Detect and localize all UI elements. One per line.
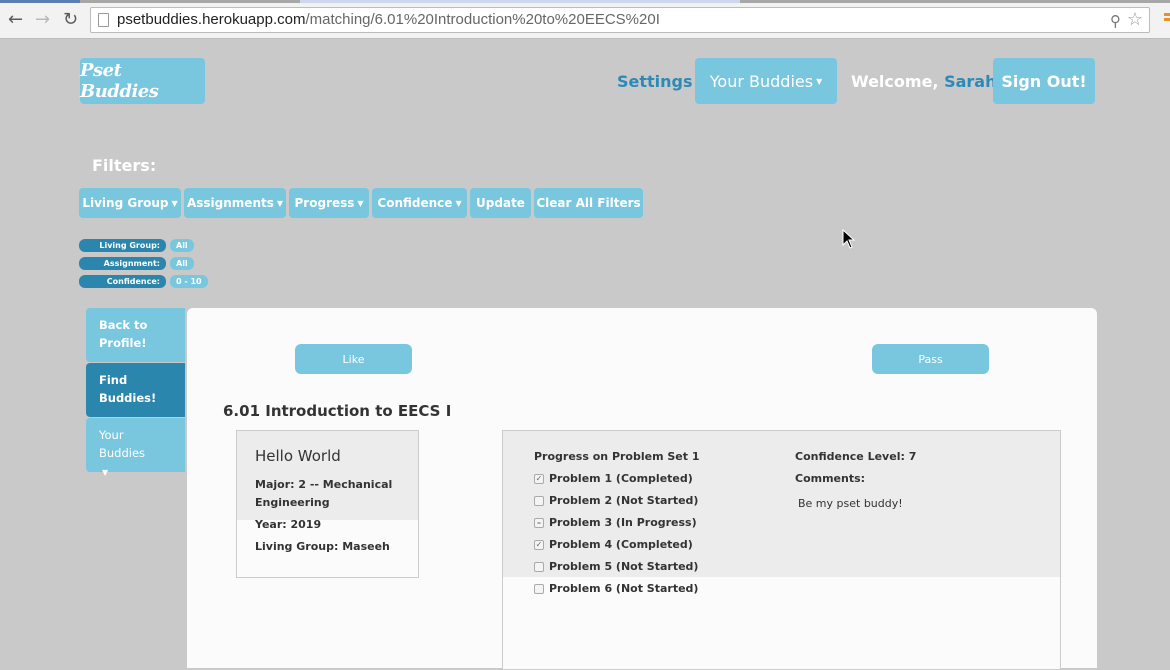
caret-down-icon: ▼ (276, 198, 284, 208)
filter-chip-value: 0 - 10 (170, 275, 208, 288)
reload-icon[interactable]: ↻ (63, 10, 78, 30)
profile-name: Hello World (255, 447, 341, 465)
caret-down-icon: ▼ (455, 198, 462, 208)
problem-item: Problem 2 (Not Started) (534, 494, 698, 507)
filter-chip-value: All (170, 239, 194, 252)
assignments-filter-button[interactable]: Assignments ▼ (184, 188, 286, 218)
profile-living-group: Living Group: Maseeh (255, 540, 390, 553)
filter-chip-label: Living Group: (79, 239, 166, 252)
progress-card: Progress on Problem Set 1 ✓ Problem 1 (Co… (502, 430, 1061, 670)
checkbox[interactable] (534, 561, 544, 572)
settings-link[interactable]: Settings (617, 72, 693, 91)
problem-item: Problem 6 (Not Started) (534, 582, 698, 595)
checkbox[interactable]: – (534, 517, 544, 528)
clear-all-filters-button[interactable]: Clear All Filters (534, 188, 643, 218)
confidence-filter-button[interactable]: Confidence ▼ (372, 188, 467, 218)
browser-menu-icon[interactable] (1164, 13, 1170, 27)
active-filter-confidence: Confidence: 0 - 10 (79, 275, 208, 288)
filter-toolbar: Living Group ▼ Assignments ▼ Progress ▼ Con… (79, 188, 643, 218)
browser-toolbar: ← → ↻ psetbuddies.herokuapp.com/matching… (0, 0, 1170, 39)
comments-label: Comments: (795, 472, 866, 485)
sidebar-item-your-buddies[interactable]: Your Buddies ▼ (86, 418, 185, 477)
search-icon[interactable]: ⚲ (1110, 12, 1121, 30)
user-name[interactable]: Sarah (944, 72, 996, 91)
filter-chip-label: Assignment: (79, 257, 166, 270)
caret-down-icon: ▼ (171, 198, 178, 208)
caret-down-icon: ▼ (357, 198, 364, 208)
checkbox[interactable]: ✓ (534, 539, 544, 550)
filter-chip-value: All (170, 257, 194, 270)
class-title: 6.01 Introduction to EECS I (223, 402, 452, 420)
active-filter-living-group: Living Group: All (79, 239, 194, 252)
update-button[interactable]: Update (470, 188, 531, 218)
checkbox[interactable] (534, 495, 544, 506)
problem-item: – Problem 3 (In Progress) (534, 516, 697, 529)
comment-text: Be my pset buddy! (798, 497, 903, 510)
sign-out-button[interactable]: Sign Out! (993, 58, 1095, 104)
profile-card: Hello World Major: 2 -- Mechanical Engin… (236, 430, 419, 578)
address-bar[interactable]: psetbuddies.herokuapp.com/matching/6.01%… (90, 7, 1150, 33)
back-arrow-icon[interactable]: ← (8, 10, 23, 30)
profile-year: Year: 2019 (255, 518, 322, 531)
welcome-message: Welcome, Sarah! (851, 72, 1004, 91)
your-buddies-label: Your Buddies (709, 71, 814, 91)
sidebar-item-find-buddies[interactable]: Find Buddies! (86, 363, 185, 417)
caret-down-icon: ▼ (102, 468, 109, 477)
mouse-cursor-icon (842, 229, 856, 249)
checkbox[interactable] (534, 583, 544, 594)
site-logo[interactable]: Pset Buddies (80, 58, 205, 104)
progress-filter-button[interactable]: Progress ▼ (289, 188, 369, 218)
problem-item: Problem 5 (Not Started) (534, 560, 698, 573)
active-filter-assignment: Assignment: All (79, 257, 194, 270)
checkbox[interactable]: ✓ (534, 473, 544, 484)
your-buddies-dropdown[interactable]: Your Buddies ▼ (695, 58, 837, 104)
progress-title: Progress on Problem Set 1 (534, 450, 700, 463)
confidence-level: Confidence Level: 7 (795, 450, 917, 463)
profile-major: Major: 2 -- Mechanical Engineering (255, 478, 393, 509)
url-text[interactable]: psetbuddies.herokuapp.com/matching/6.01%… (117, 11, 660, 28)
living-group-filter-button[interactable]: Living Group ▼ (79, 188, 181, 218)
sidebar-item-back-to-profile[interactable]: Back to Profile! (86, 308, 185, 362)
bookmark-star-icon[interactable]: ☆ (1127, 9, 1143, 30)
filter-chip-label: Confidence: (79, 275, 166, 288)
forward-arrow-icon[interactable]: → (35, 10, 50, 30)
problem-item: ✓ Problem 4 (Completed) (534, 538, 693, 551)
problem-item: ✓ Problem 1 (Completed) (534, 472, 693, 485)
caret-down-icon: ▼ (816, 76, 823, 86)
matching-panel: Like Pass 6.01 Introduction to EECS I He… (187, 308, 1097, 670)
like-button[interactable]: Like (295, 344, 412, 374)
page-icon (98, 13, 109, 27)
sidebar-item-label: Your Buddies (99, 428, 146, 460)
pass-button[interactable]: Pass (872, 344, 989, 374)
tab-strip (0, 0, 1170, 3)
filters-heading: Filters: (92, 156, 157, 175)
